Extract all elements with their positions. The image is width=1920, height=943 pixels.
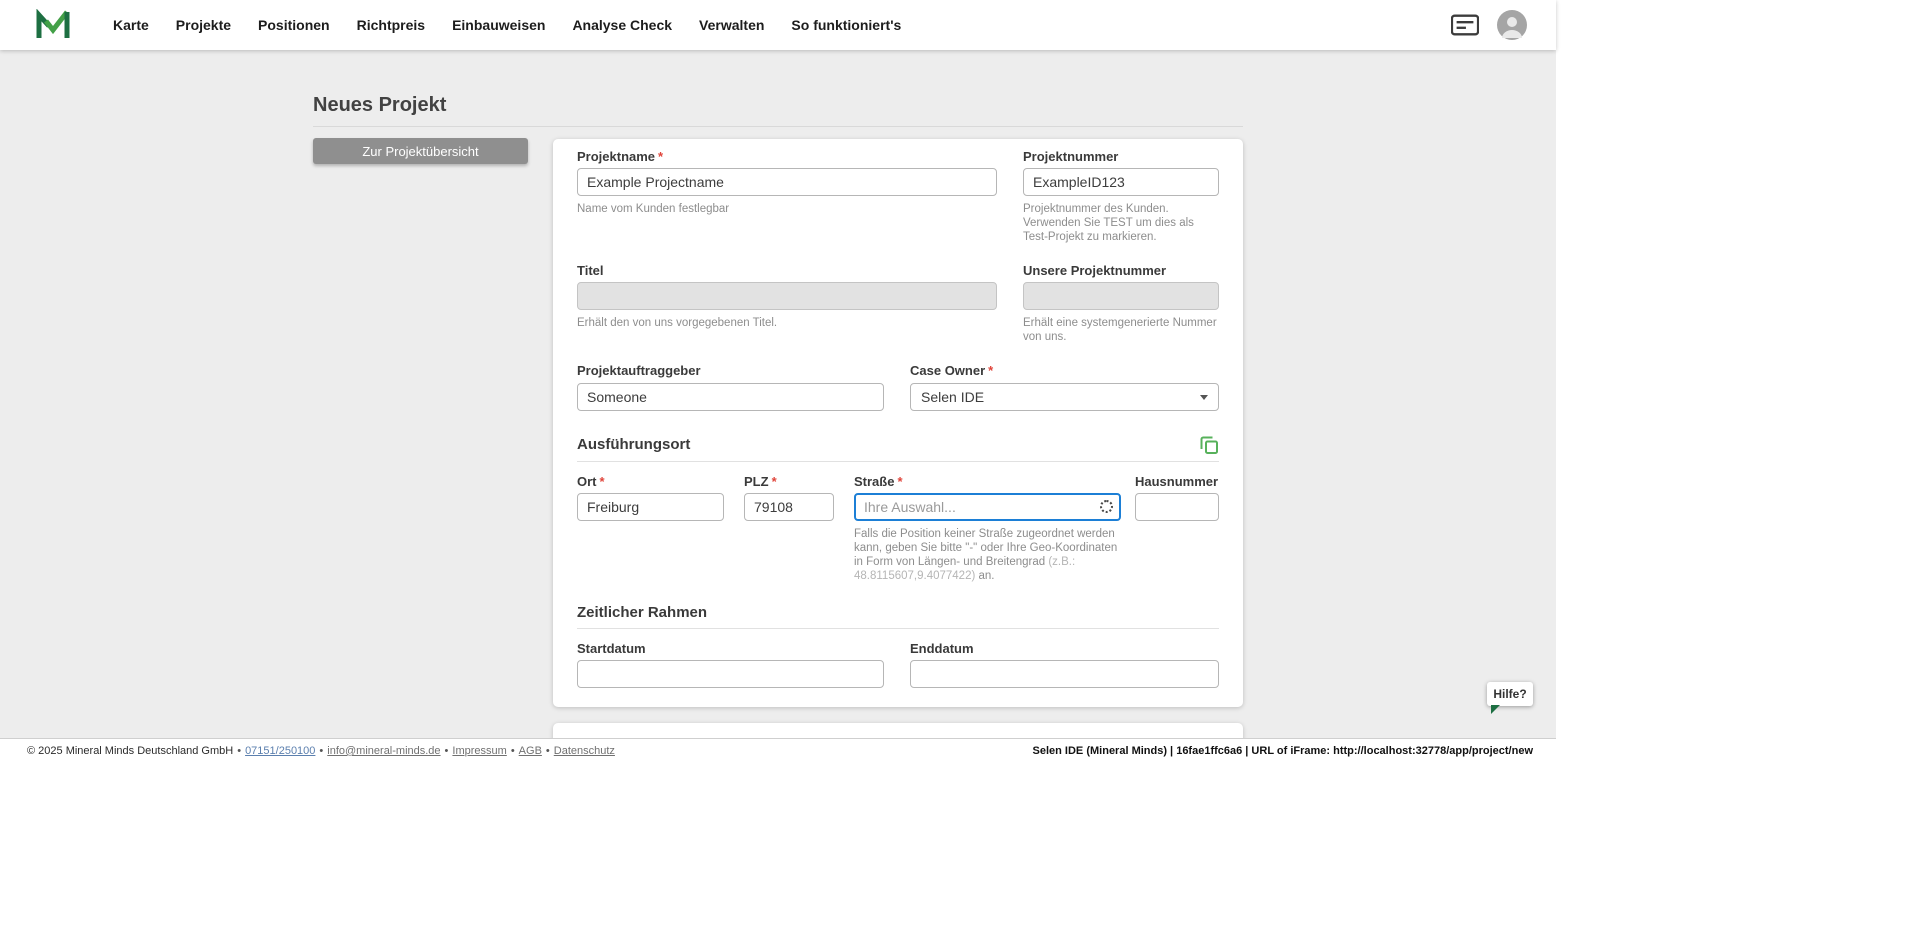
unsere-projektnummer-label: Unsere Projektnummer	[1023, 263, 1166, 278]
help-button[interactable]: Hilfe?	[1487, 682, 1533, 706]
mineral-minds-logo[interactable]	[36, 9, 70, 41]
section-title-zeitlicher-rahmen: Zeitlicher Rahmen	[577, 604, 707, 621]
ort-label: Ort*	[577, 474, 605, 489]
ort-label-text: Ort	[577, 474, 597, 489]
case-owner-label: Case Owner*	[910, 363, 993, 378]
footer-session-user: Selen IDE	[1033, 745, 1084, 757]
footer-copyright: © 2025 Mineral Minds Deutschland GmbH	[27, 745, 233, 757]
device-icon[interactable]	[1451, 14, 1479, 36]
help-bubble-tail-icon	[1491, 705, 1500, 714]
projektname-label: Projektname*	[577, 149, 663, 164]
footer-session-info: Selen IDE (Mineral Minds) | 16fae1ffc6a6…	[1033, 745, 1533, 757]
projektname-label-text: Projektname	[577, 149, 655, 164]
nav-item-so-funktionierts[interactable]: So funktioniert's	[791, 17, 901, 33]
case-owner-selected-value: Selen IDE	[921, 389, 984, 405]
app-frame: Karte Projekte Positionen Richtpreis Ein…	[0, 0, 1556, 763]
footer-datenschutz-link[interactable]: Datenschutz	[554, 745, 615, 757]
projektauftraggeber-input[interactable]	[577, 383, 884, 411]
footer-bar: © 2025 Mineral Minds Deutschland GmbH • …	[0, 738, 1556, 763]
strasse-label-text: Straße	[854, 474, 894, 489]
footer-impressum-link[interactable]: Impressum	[452, 745, 506, 757]
title-divider	[313, 126, 1243, 127]
chevron-down-icon	[1200, 395, 1208, 400]
ort-input[interactable]	[577, 493, 724, 521]
nav-item-karte[interactable]: Karte	[113, 17, 149, 33]
case-owner-label-text: Case Owner	[910, 363, 985, 378]
startdatum-input[interactable]	[577, 660, 884, 688]
strasse-helper: Falls die Position keiner Straße zugeord…	[854, 527, 1126, 583]
unsere-projektnummer-input	[1023, 282, 1219, 310]
strasse-input[interactable]	[854, 493, 1121, 521]
plz-input[interactable]	[744, 493, 834, 521]
footer-session-details: (Mineral Minds) | 16fae1ffc6a6 | URL of …	[1083, 745, 1533, 757]
unsere-projektnummer-helper: Erhält eine systemgenerierte Nummer von …	[1023, 316, 1219, 344]
footer-separator: •	[237, 745, 241, 757]
startdatum-label: Startdatum	[577, 641, 646, 656]
required-marker: *	[988, 363, 993, 378]
enddatum-input[interactable]	[910, 660, 1219, 688]
logo-icon	[36, 9, 70, 41]
titel-helper: Erhält den von uns vorgegebenen Titel.	[577, 316, 997, 330]
footer-left: © 2025 Mineral Minds Deutschland GmbH • …	[27, 745, 615, 757]
strasse-field-wrapper	[854, 493, 1121, 521]
case-owner-select[interactable]: Selen IDE	[910, 383, 1219, 411]
required-marker: *	[772, 474, 777, 489]
plz-label-text: PLZ	[744, 474, 769, 489]
projektauftraggeber-label: Projektauftraggeber	[577, 363, 701, 378]
required-marker: *	[897, 474, 902, 489]
nav-item-einbauweisen[interactable]: Einbauweisen	[452, 17, 545, 33]
section-title-ausfuehrungsort: Ausführungsort	[577, 436, 690, 453]
copy-address-icon[interactable]	[1199, 435, 1219, 455]
nav-right-icons	[1451, 0, 1527, 50]
required-marker: *	[658, 149, 663, 164]
footer-agb-link[interactable]: AGB	[519, 745, 542, 757]
nav-item-verwalten[interactable]: Verwalten	[699, 17, 764, 33]
titel-label: Titel	[577, 263, 604, 278]
nav-item-projekte[interactable]: Projekte	[176, 17, 231, 33]
section-divider	[577, 461, 1219, 462]
user-avatar[interactable]	[1497, 10, 1527, 40]
footer-separator: •	[319, 745, 323, 757]
footer-phone-link[interactable]: 07151/250100	[245, 745, 315, 757]
plz-label: PLZ*	[744, 474, 777, 489]
strasse-helper-main: Falls die Position keiner Straße zugeord…	[854, 528, 1117, 568]
loading-spinner-icon	[1100, 500, 1113, 513]
footer-separator: •	[511, 745, 515, 757]
footer-separator: •	[445, 745, 449, 757]
back-to-projects-button[interactable]: Zur Projektübersicht	[313, 138, 528, 164]
help-button-label: Hilfe?	[1493, 687, 1526, 701]
nav-item-analyse-check[interactable]: Analyse Check	[572, 17, 672, 33]
page-title: Neues Projekt	[313, 94, 446, 117]
hausnummer-input[interactable]	[1135, 493, 1219, 521]
strasse-label: Straße*	[854, 474, 903, 489]
enddatum-label: Enddatum	[910, 641, 974, 656]
required-marker: *	[600, 474, 605, 489]
projektnummer-label: Projektnummer	[1023, 149, 1118, 164]
top-navigation: Karte Projekte Positionen Richtpreis Ein…	[0, 0, 1556, 50]
nav-item-richtpreis[interactable]: Richtpreis	[357, 17, 425, 33]
projektname-input[interactable]	[577, 168, 997, 196]
projektnummer-helper: Projektnummer des Kunden. Verwenden Sie …	[1023, 202, 1219, 244]
footer-email-link[interactable]: info@mineral-minds.de	[327, 745, 440, 757]
hausnummer-label: Hausnummer	[1135, 474, 1218, 489]
main-menu: Karte Projekte Positionen Richtpreis Ein…	[113, 17, 901, 33]
projektnummer-input[interactable]	[1023, 168, 1219, 196]
project-form-card: Projektname* Name vom Kunden festlegbar …	[553, 139, 1243, 707]
nav-item-positionen[interactable]: Positionen	[258, 17, 330, 33]
section-divider	[577, 628, 1219, 629]
projektname-helper: Name vom Kunden festlegbar	[577, 202, 997, 216]
strasse-helper-suffix: an.	[975, 570, 994, 582]
titel-input	[577, 282, 997, 310]
footer-separator: •	[546, 745, 550, 757]
